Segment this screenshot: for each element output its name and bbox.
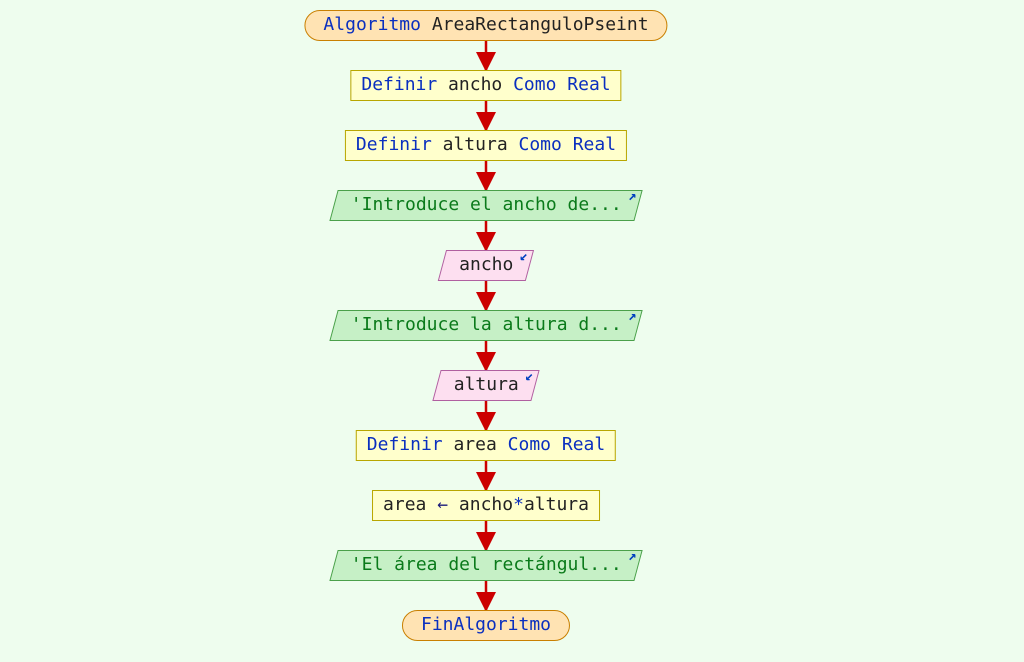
kw-finalgoritmo: FinAlgoritmo [421,614,551,635]
input-ancho: ancho ↙ [438,250,534,281]
define-ancho: Definir ancho Como Real [350,70,621,101]
arrow-in-icon: ↙ [525,369,533,383]
arrow-in-icon: ↙ [519,249,527,263]
output-prompt-altura: 'Introduce la altura d... ↗ [329,310,642,341]
program-name: AreaRectanguloPseint [432,14,649,35]
terminal-end: FinAlgoritmo [402,610,570,641]
define-area: Definir area Como Real [356,430,616,461]
terminal-start: Algoritmo AreaRectanguloPseint [304,10,667,41]
assign-area: area ← ancho * altura [372,490,600,521]
output-prompt-ancho: 'Introduce el ancho de... ↗ [329,190,642,221]
define-altura: Definir altura Como Real [345,130,627,161]
kw-algoritmo: Algoritmo [323,14,421,35]
arrow-out-icon: ↗ [628,309,636,323]
arrow-out-icon: ↗ [628,189,636,203]
flowchart-canvas: Algoritmo AreaRectanguloPseint Definir a… [0,0,1024,662]
output-result: 'El área del rectángul... ↗ [329,550,642,581]
arrow-out-icon: ↗ [628,549,636,563]
input-altura: altura ↙ [432,370,539,401]
